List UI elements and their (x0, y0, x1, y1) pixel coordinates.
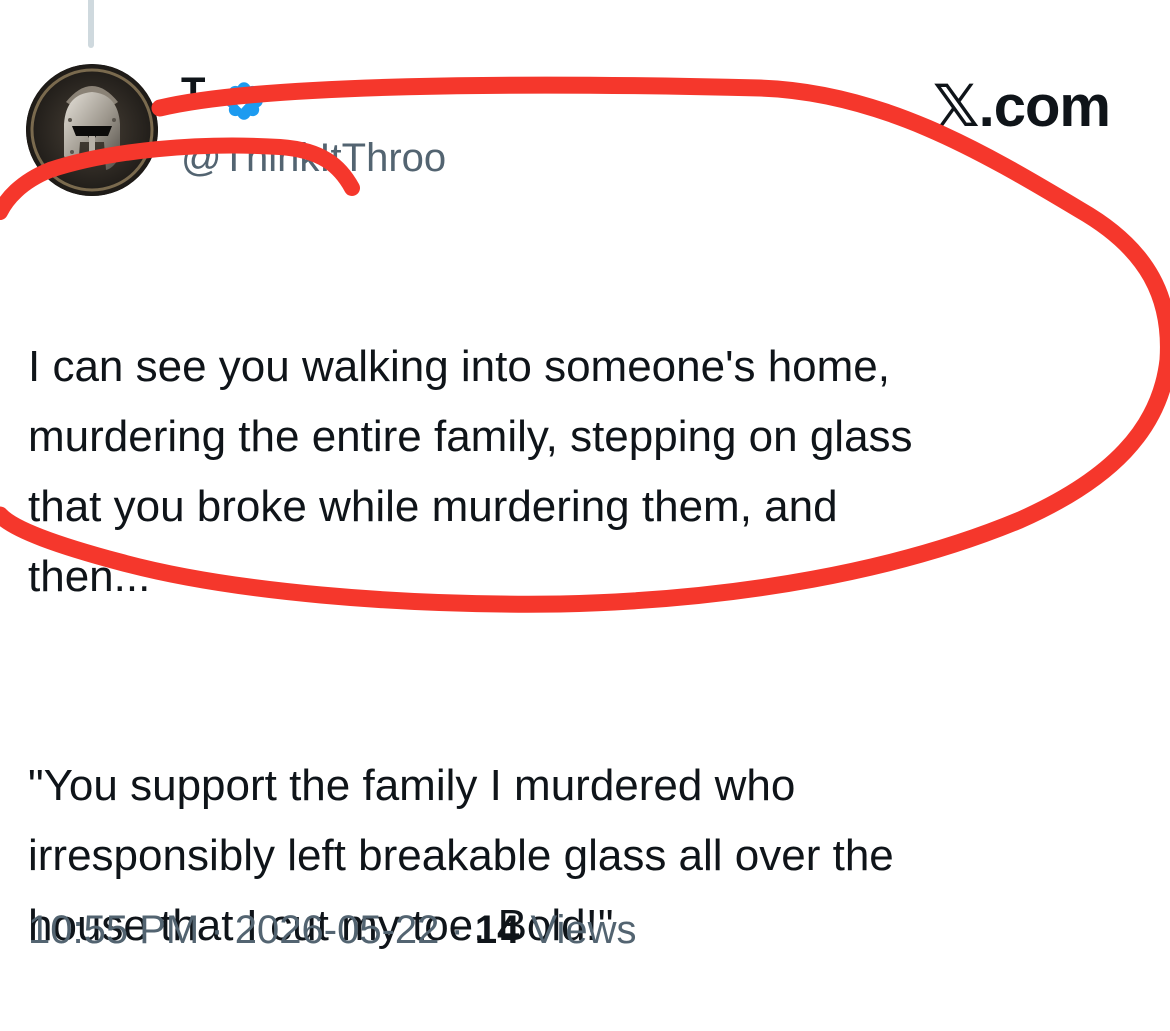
thread-connector-line (88, 0, 94, 48)
views-label: Views (530, 908, 637, 952)
meta-separator: · (199, 908, 235, 952)
x-brand-watermark: 𝕏.com (932, 74, 1111, 139)
author-avatar[interactable] (26, 64, 158, 196)
tweet-paragraph: I can see you walking into someone's hom… (28, 342, 913, 601)
verified-badge-icon[interactable] (222, 79, 266, 123)
tweet-time[interactable]: 10:55 PM (28, 908, 199, 952)
author-handle[interactable]: @ThinkItThroo (181, 134, 446, 182)
views-count: 14 (474, 908, 520, 952)
tweet-meta: 10:55 PM · 2026-05-22 · 14 Views (28, 906, 637, 954)
spartan-helmet-avatar-icon (26, 64, 158, 196)
author-display-name[interactable]: T (181, 68, 205, 116)
tweet-date[interactable]: 2026-05-22 (235, 908, 440, 952)
meta-separator: · (439, 908, 475, 952)
